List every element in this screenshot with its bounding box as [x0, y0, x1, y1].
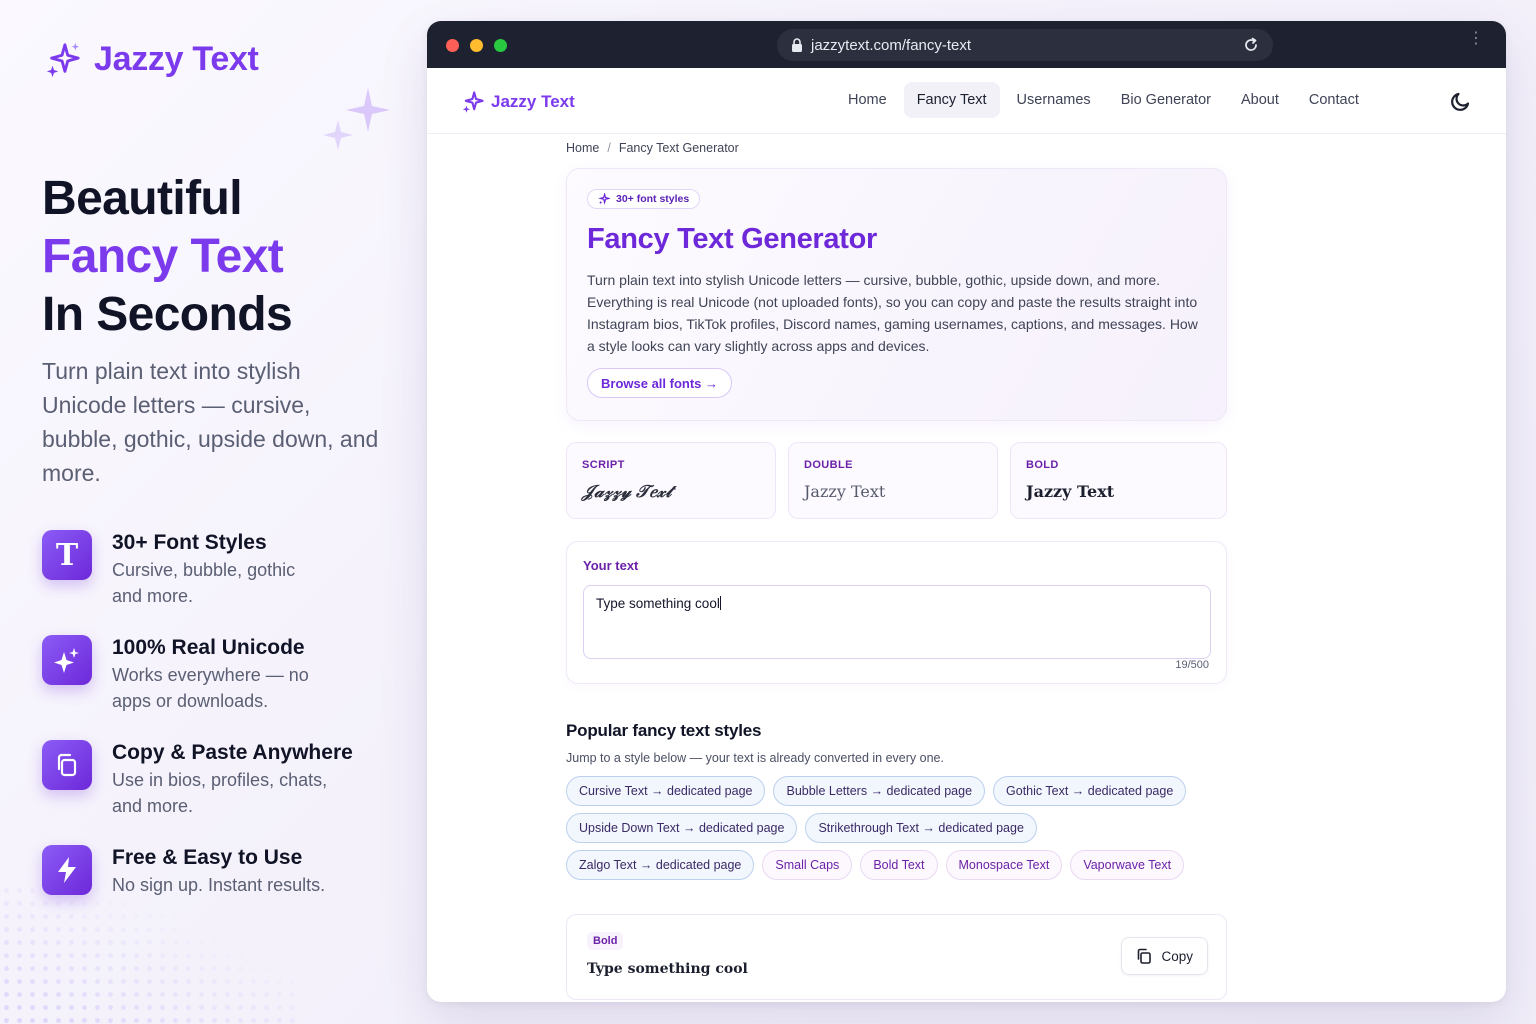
- page-title: Fancy Text Generator: [587, 223, 878, 255]
- lightning-icon: [42, 845, 92, 895]
- style-pill-list: Cursive Text → dedicated page Bubble Let…: [566, 776, 1227, 880]
- site-logo[interactable]: Jazzy Text: [461, 90, 575, 114]
- brand-logo: Jazzy Text: [44, 40, 259, 79]
- browse-all-fonts-button[interactable]: Browse all fonts →: [587, 368, 733, 398]
- feature-list: T 30+ Font Styles Cursive, bubble, gothi…: [42, 530, 392, 950]
- browser-menu-icon[interactable]: ⋮: [1468, 31, 1484, 47]
- font-styles-badge: 30+ font styles: [587, 189, 701, 209]
- pill-small-caps[interactable]: Small Caps: [762, 850, 853, 880]
- sparkle-logo-icon: [462, 91, 484, 113]
- nav-link-about[interactable]: About: [1228, 82, 1292, 118]
- popular-styles-subtitle: Jump to a style below — your text is alr…: [566, 751, 944, 765]
- sparkle-icon: [42, 635, 92, 685]
- minimize-window-button[interactable]: [470, 39, 483, 52]
- feature-item: T 30+ Font Styles Cursive, bubble, gothi…: [42, 530, 392, 635]
- address-bar[interactable]: jazzytext.com/fancy-text: [777, 29, 1273, 61]
- badge-text: 30+ font styles: [616, 193, 690, 205]
- result-card-bold: Bold Type something cool Copy: [566, 914, 1227, 1000]
- marketing-panel: Jazzy Text Beautiful Fancy Text In Secon…: [0, 0, 400, 1024]
- style-card-sample: Jazzy Text: [1026, 482, 1115, 501]
- feature-description: Works everywhere — no apps or downloads.: [112, 665, 309, 711]
- style-card-script[interactable]: SCRIPT 𝒥𝒶𝓏𝓏𝓎 𝒯𝑒𝓍𝓉: [566, 442, 776, 519]
- feature-title: 100% Real Unicode: [112, 636, 305, 659]
- style-card-bold[interactable]: BOLD Jazzy Text: [1010, 442, 1227, 519]
- pill-bold-text[interactable]: Bold Text: [860, 850, 938, 880]
- maximize-window-button[interactable]: [494, 39, 507, 52]
- feature-item: Copy & Paste Anywhere Use in bios, profi…: [42, 740, 392, 845]
- text-input-field[interactable]: Type something cool: [583, 585, 1211, 659]
- nav-link-fancy-text[interactable]: Fancy Text: [903, 82, 1000, 118]
- popular-styles-heading: Popular fancy text styles: [566, 721, 762, 740]
- lock-icon: [792, 38, 802, 52]
- style-preview-cards: SCRIPT 𝒥𝒶𝓏𝓏𝓎 𝒯𝑒𝓍𝓉 DOUBLE Jazzy Text BOLD…: [566, 442, 1227, 519]
- hero-line-1: Beautiful: [42, 172, 243, 225]
- style-card-double[interactable]: DOUBLE Jazzy Text: [788, 442, 998, 519]
- pill-cursive-text[interactable]: Cursive Text → dedicated page: [566, 776, 766, 806]
- sparkle-logo-icon: [46, 42, 80, 77]
- main-content: Home / Fancy Text Generator 30+ font sty…: [566, 134, 1227, 1000]
- feature-title: 30+ Font Styles: [112, 531, 267, 554]
- generator-hero-card: 30+ font styles Fancy Text Generator Tur…: [566, 168, 1227, 421]
- brand-name: Jazzy Text: [94, 40, 259, 78]
- nav-link-usernames[interactable]: Usernames: [1004, 82, 1104, 118]
- result-text: Type something cool: [587, 961, 748, 977]
- hero-line-3: In Seconds: [42, 288, 293, 341]
- copy-icon: [42, 740, 92, 790]
- nav-link-bio-generator[interactable]: Bio Generator: [1108, 82, 1224, 118]
- url-text: jazzytext.com/fancy-text: [811, 36, 972, 54]
- dark-mode-toggle-moon-icon[interactable]: [1450, 90, 1472, 112]
- nav-links: Home Fancy Text Usernames Bio Generator …: [835, 82, 1372, 118]
- breadcrumb-home[interactable]: Home: [566, 141, 599, 168]
- sparkle-icon: [598, 193, 610, 205]
- text-caret: [719, 596, 721, 610]
- pill-zalgo-text[interactable]: Zalgo Text → dedicated page: [566, 850, 755, 880]
- pill-bubble-letters[interactable]: Bubble Letters → dedicated page: [773, 776, 986, 806]
- your-text-label: Your text: [583, 558, 639, 573]
- nav-link-contact[interactable]: Contact: [1296, 82, 1372, 118]
- sparkle-decoration-icon: [323, 88, 390, 150]
- style-card-label: BOLD: [1026, 459, 1059, 471]
- feature-item: Free & Easy to Use No sign up. Instant r…: [42, 845, 392, 950]
- text-input-value: Type something cool: [596, 596, 720, 611]
- reload-icon[interactable]: [1243, 37, 1259, 53]
- pill-strikethrough-text[interactable]: Strikethrough Text → dedicated page: [805, 813, 1037, 843]
- style-card-sample: Jazzy Text: [804, 482, 886, 501]
- browser-chrome: jazzytext.com/fancy-text ⋮: [427, 21, 1506, 68]
- pill-vaporwave-text[interactable]: Vaporwave Text: [1070, 850, 1185, 880]
- hero-line-2: Fancy Text: [42, 230, 284, 283]
- style-card-label: DOUBLE: [804, 459, 853, 471]
- text-input-card: Your text Type something cool 19/500: [566, 541, 1227, 684]
- feature-description: Cursive, bubble, gothic and more.: [112, 560, 296, 606]
- pill-gothic-text[interactable]: Gothic Text → dedicated page: [993, 776, 1187, 806]
- result-style-tag: Bold: [587, 932, 624, 950]
- copy-icon: [1138, 948, 1152, 964]
- copy-button-label: Copy: [1161, 948, 1193, 964]
- hero-heading: Beautiful Fancy Text In Seconds: [42, 170, 293, 344]
- character-counter: 19/500: [1175, 659, 1209, 671]
- page-description: Turn plain text into stylish Unicode let…: [587, 272, 1198, 354]
- letter-t-icon: T: [42, 530, 92, 580]
- site-logo-text: Jazzy Text: [491, 92, 575, 111]
- browser-window: jazzytext.com/fancy-text ⋮ Jazzy Text Ho…: [427, 21, 1506, 1002]
- breadcrumb-separator: /: [607, 141, 611, 155]
- feature-item: 100% Real Unicode Works everywhere — no …: [42, 635, 392, 740]
- feature-title: Free & Easy to Use: [112, 846, 303, 869]
- style-card-sample: 𝒥𝒶𝓏𝓏𝓎 𝒯𝑒𝓍𝓉: [582, 482, 672, 501]
- breadcrumb-current: Fancy Text Generator: [618, 141, 739, 155]
- style-card-label: SCRIPT: [582, 459, 625, 471]
- copy-button[interactable]: Copy: [1121, 937, 1208, 975]
- feature-description: Use in bios, profiles, chats, and more.: [112, 770, 328, 816]
- close-window-button[interactable]: [446, 39, 459, 52]
- nav-link-home[interactable]: Home: [835, 82, 900, 118]
- feature-title: Copy & Paste Anywhere: [112, 741, 353, 764]
- pill-monospace-text[interactable]: Monospace Text: [945, 850, 1063, 880]
- feature-description: No sign up. Instant results.: [112, 875, 326, 895]
- breadcrumb: Home / Fancy Text Generator: [566, 141, 1227, 168]
- hero-subtitle: Turn plain text into stylish Unicode let…: [42, 358, 379, 486]
- site-navbar: Jazzy Text Home Fancy Text Usernames Bio…: [427, 68, 1506, 134]
- pill-upside-down-text[interactable]: Upside Down Text → dedicated page: [566, 813, 798, 843]
